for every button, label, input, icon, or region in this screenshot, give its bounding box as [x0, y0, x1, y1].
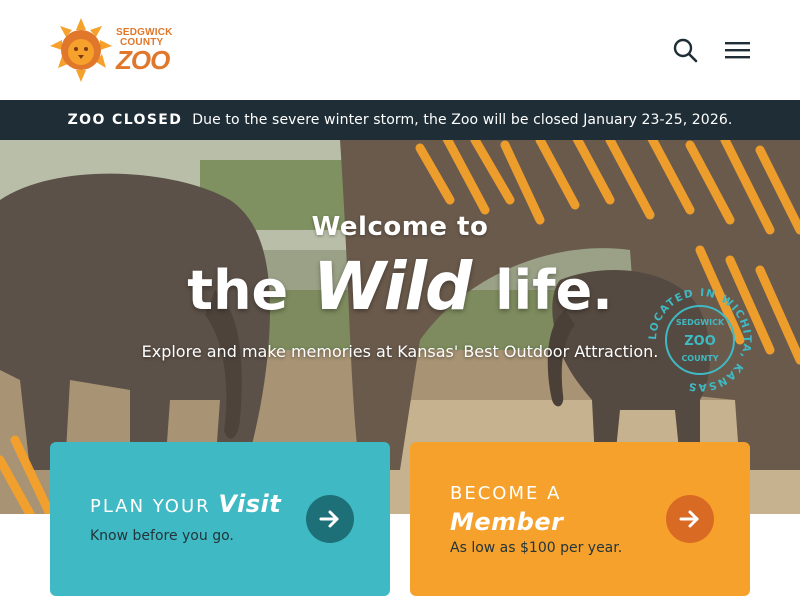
plan-visit-card[interactable]: PLAN YOUR Visit Know before you go.	[50, 442, 390, 596]
hero-title-line-1: Welcome to	[311, 212, 489, 242]
search-button[interactable]	[672, 37, 698, 63]
lion-logo-icon	[50, 18, 112, 82]
menu-button[interactable]	[723, 38, 753, 62]
become-member-title-pre: BECOME A	[450, 483, 562, 504]
badge-line-1: SEDGWICK	[676, 318, 725, 327]
zoo-logo-link[interactable]: SEDGWICK COUNTY ZOO	[50, 18, 190, 82]
plan-visit-subtitle: Know before you go.	[90, 528, 234, 544]
become-member-card[interactable]: BECOME A Member As low as $100 per year.	[410, 442, 750, 596]
plan-visit-title: PLAN YOUR Visit	[90, 490, 281, 518]
badge-line-3: COUNTY	[681, 354, 718, 363]
location-badge-icon: LOCATED IN WICHITA, KANSAS SEDGWICK ZOO …	[647, 287, 752, 393]
hero-title-pre: the	[187, 259, 289, 322]
logo-wordmark: SEDGWICK COUNTY ZOO	[116, 28, 196, 75]
become-member-title: BECOME A Member	[450, 480, 563, 536]
hamburger-menu-icon	[725, 42, 750, 59]
site-header: SEDGWICK COUNTY ZOO	[0, 0, 800, 100]
arrow-right-icon	[679, 510, 699, 528]
logo-line-3: ZOO	[116, 45, 170, 75]
search-icon	[673, 38, 698, 63]
badge-line-2: ZOO	[684, 334, 716, 349]
plan-visit-arrow-button[interactable]	[306, 495, 354, 543]
hero-title-emphasis: Wild	[312, 248, 472, 325]
become-member-subtitle: As low as $100 per year.	[450, 540, 623, 556]
become-member-title-emphasis: Member	[450, 508, 564, 536]
plan-visit-title-emphasis: Visit	[218, 490, 282, 518]
alert-label: ZOO CLOSED	[67, 112, 183, 128]
arrow-right-icon	[319, 510, 339, 528]
closure-alert-bar: ZOO CLOSED Due to the severe winter stor…	[0, 100, 800, 140]
hero-title-post: life.	[495, 259, 613, 322]
plan-visit-title-pre: PLAN YOUR	[90, 496, 211, 517]
become-member-arrow-button[interactable]	[666, 495, 714, 543]
alert-message: Due to the severe winter storm, the Zoo …	[192, 112, 733, 128]
